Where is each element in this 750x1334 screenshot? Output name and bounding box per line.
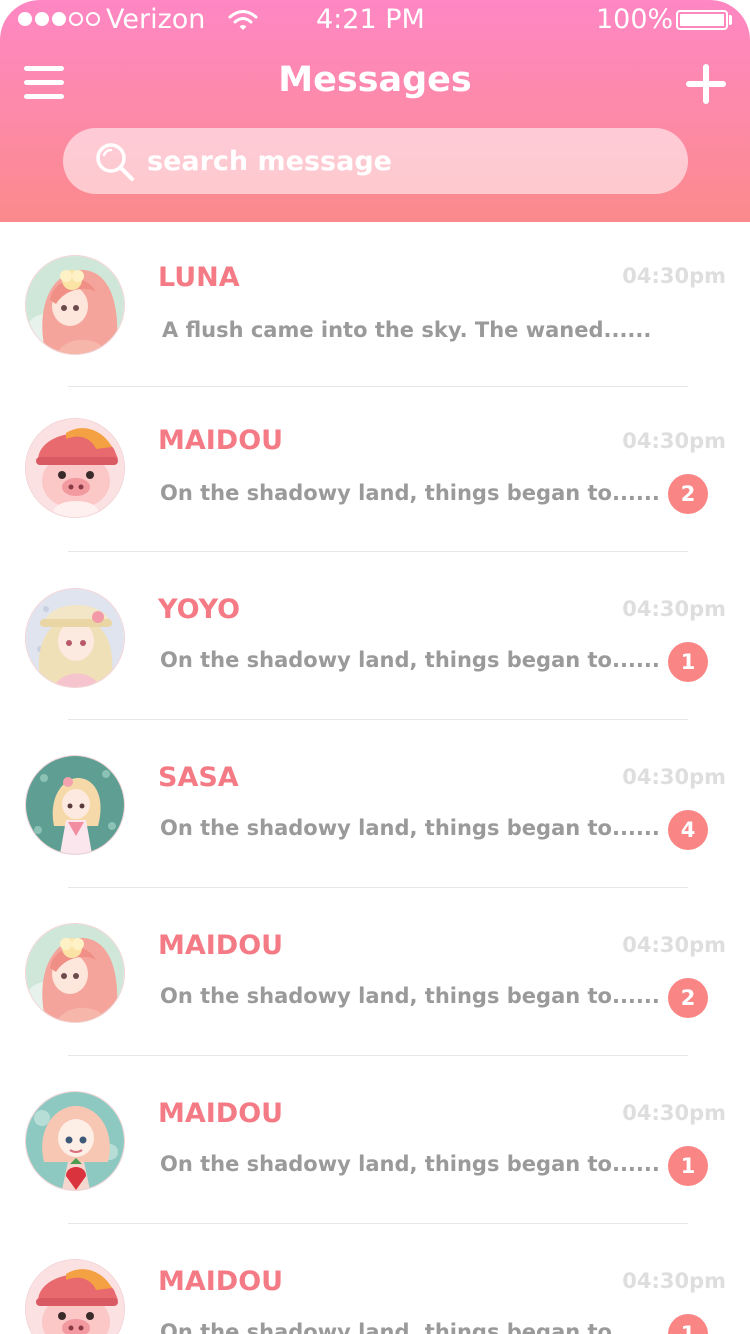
avatar-girl-pink-hair <box>26 256 124 354</box>
message-preview: On the shadowy land, things began to....… <box>160 1320 660 1334</box>
messages-screen: Verizon 4:21 PM 100% Messages search mes… <box>0 0 750 1334</box>
battery-level-fill <box>680 14 724 26</box>
message-item-yoyo[interactable]: YOYO On the shadowy land, things began t… <box>0 552 750 720</box>
contact-name: MAIDOU <box>158 1098 284 1129</box>
contact-name: LUNA <box>158 262 240 293</box>
wifi-icon <box>228 10 258 30</box>
avatar-girl-strawberry <box>26 1092 124 1190</box>
message-preview: On the shadowy land, things began to....… <box>160 816 660 840</box>
message-time: 04:30pm <box>622 933 726 957</box>
contact-name: MAIDOU <box>158 1266 284 1297</box>
message-preview: On the shadowy land, things began to....… <box>160 648 660 672</box>
page-title: Messages <box>278 60 472 100</box>
contact-name: MAIDOU <box>158 425 284 456</box>
status-time: 4:21 PM <box>316 4 425 35</box>
message-item-sasa[interactable]: SASA On the shadowy land, things began t… <box>0 720 750 888</box>
contact-name: YOYO <box>158 594 241 625</box>
search-bar[interactable] <box>63 128 688 194</box>
unread-badge: 1 <box>668 1146 708 1186</box>
contact-name: MAIDOU <box>158 930 284 961</box>
carrier-name: Verizon <box>106 4 206 35</box>
avatar-girl-blonde-hat <box>26 589 124 687</box>
status-bar: Verizon 4:21 PM 100% <box>0 0 750 42</box>
search-input[interactable] <box>147 136 667 186</box>
unread-badge: 1 <box>668 1314 708 1334</box>
message-preview: On the shadowy land, things began to....… <box>160 984 660 1008</box>
unread-badge: 1 <box>668 642 708 682</box>
battery-icon <box>676 10 728 30</box>
message-item-maidou[interactable]: MAIDOU On the shadowy land, things began… <box>0 1224 750 1334</box>
message-time: 04:30pm <box>622 264 726 288</box>
avatar-pig-cap <box>26 419 124 517</box>
message-time: 04:30pm <box>622 429 726 453</box>
message-time: 04:30pm <box>622 597 726 621</box>
contact-name: SASA <box>158 762 239 793</box>
message-item-maidou[interactable]: MAIDOU On the shadowy land, things began… <box>0 888 750 1056</box>
message-time: 04:30pm <box>622 1269 726 1293</box>
signal-strength-icon <box>18 12 100 26</box>
message-time: 04:30pm <box>622 765 726 789</box>
avatar-pig-cap <box>26 1260 124 1334</box>
avatar-girl-teal-background <box>26 756 124 854</box>
app-header: Verizon 4:21 PM 100% Messages <box>0 0 750 222</box>
message-item-luna[interactable]: LUNA A flush came into the sky. The wane… <box>0 222 750 390</box>
message-preview: A flush came into the sky. The waned....… <box>162 318 652 342</box>
unread-badge: 2 <box>668 978 708 1018</box>
message-time: 04:30pm <box>622 1101 726 1125</box>
new-message-button[interactable] <box>686 64 726 104</box>
battery-percentage: 100% <box>596 4 674 35</box>
message-preview: On the shadowy land, things began to....… <box>160 1152 660 1176</box>
unread-badge: 4 <box>668 810 708 850</box>
message-item-maidou[interactable]: MAIDOU On the shadowy land, things began… <box>0 1056 750 1224</box>
search-icon <box>96 143 134 181</box>
message-item-maidou[interactable]: MAIDOU On the shadowy land, things began… <box>0 387 750 555</box>
message-preview: On the shadowy land, things began to....… <box>160 481 660 505</box>
avatar-girl-pink-hair <box>26 924 124 1022</box>
unread-badge: 2 <box>668 474 708 514</box>
